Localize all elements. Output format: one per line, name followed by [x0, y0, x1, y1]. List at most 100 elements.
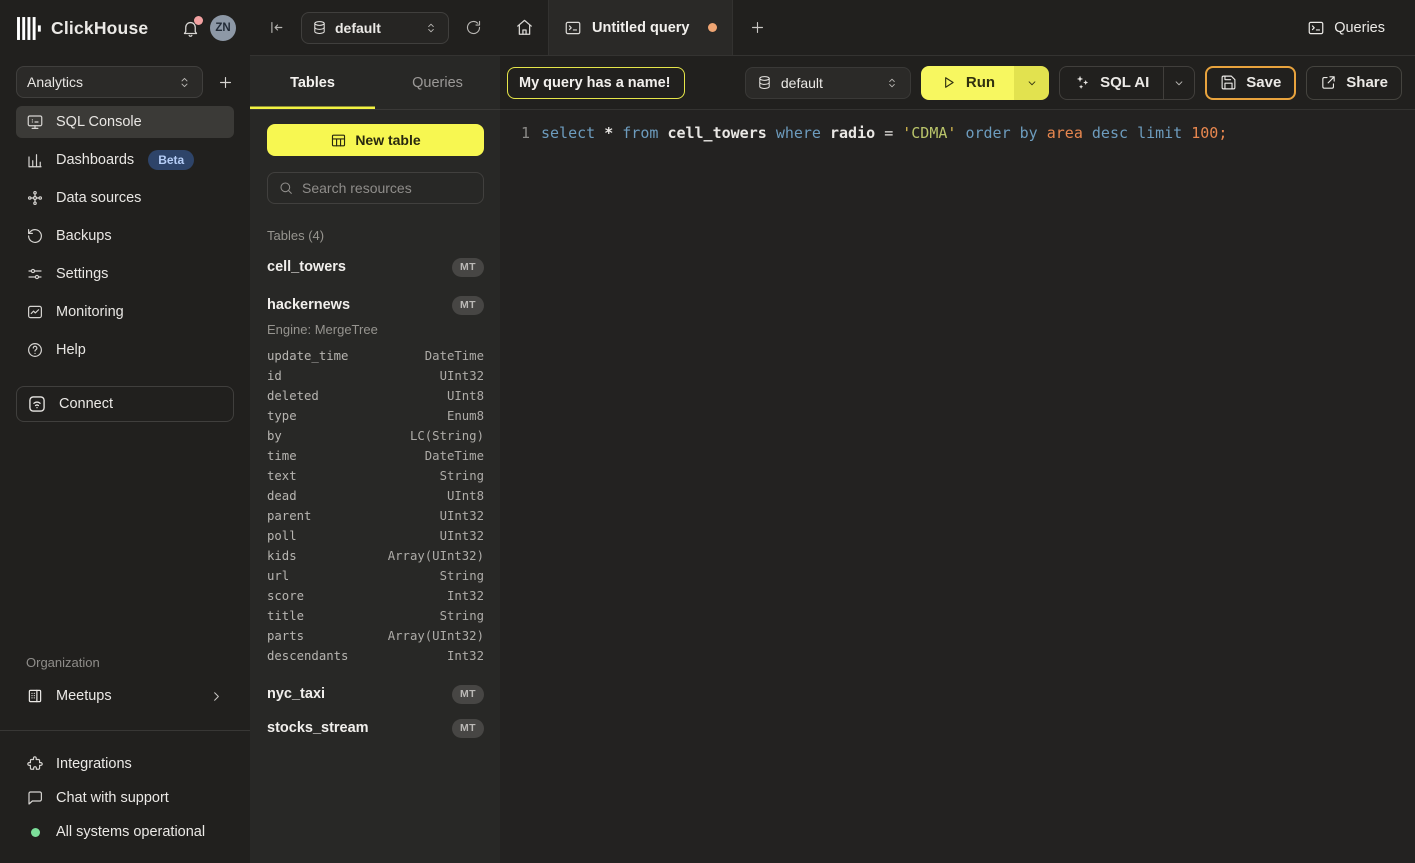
- new-table-button[interactable]: New table: [267, 124, 484, 156]
- column-list: update_timeDateTimeidUInt32deletedUInt8t…: [267, 346, 484, 666]
- status-green-dot: [31, 828, 40, 837]
- sidebar-item-label: Monitoring: [56, 304, 124, 320]
- column-type: UInt8: [447, 389, 484, 403]
- workspace-row: Analytics: [0, 66, 250, 98]
- query-tabstrip: Untitled query Queries: [500, 0, 1415, 56]
- column-row: idUInt32: [267, 366, 484, 386]
- sql-console-icon: [26, 113, 44, 131]
- notifications-button[interactable]: [181, 19, 200, 38]
- save-icon: [1220, 74, 1237, 91]
- run-options-button[interactable]: [1014, 66, 1049, 100]
- sidebar-item-integrations[interactable]: Integrations: [16, 749, 234, 779]
- connect-icon: [27, 394, 47, 414]
- sql-editor[interactable]: 1 select * from cell_towers where radio …: [500, 110, 1415, 863]
- sidebar-item-label: Help: [56, 342, 86, 358]
- sidebar-item-monitoring[interactable]: Monitoring: [16, 296, 234, 328]
- arrow-left-to-line-icon: [268, 19, 285, 36]
- table-row-nyc-taxi[interactable]: nyc_taxi MT: [267, 680, 484, 708]
- queries-button[interactable]: Queries: [1299, 13, 1393, 43]
- tab-tables[interactable]: Tables: [250, 56, 375, 109]
- table-icon: [330, 132, 347, 149]
- plus-icon: [749, 19, 766, 36]
- home-icon: [515, 18, 534, 37]
- sidebar-item-label: Settings: [56, 266, 108, 282]
- sql-ai-options-button[interactable]: [1163, 67, 1194, 99]
- sql-ai-button[interactable]: SQL AI: [1060, 67, 1163, 99]
- engine-badge: MT: [452, 719, 484, 738]
- table-row-cell-towers[interactable]: cell_towers MT: [267, 253, 484, 281]
- column-type: Int32: [447, 589, 484, 603]
- sidebar: ClickHouse ZN Analytics: [0, 0, 250, 863]
- run-button[interactable]: Run: [921, 66, 1014, 100]
- table-name: nyc_taxi: [267, 686, 325, 702]
- sidebar-item-help[interactable]: Help: [16, 334, 234, 366]
- table-row-hackernews[interactable]: hackernews MT: [267, 291, 484, 319]
- table-name: cell_towers: [267, 259, 346, 275]
- unsaved-indicator-dot: [708, 23, 717, 32]
- explorer-body: New table Tables (4) cell_towers MT hack…: [250, 110, 500, 863]
- search-resources-box: [267, 172, 484, 204]
- tables-section-label: Tables (4): [267, 228, 484, 243]
- sidebar-item-dashboards[interactable]: Dashboards Beta: [16, 144, 234, 176]
- chevron-down-icon: [1025, 76, 1039, 90]
- toolbar-database-selector[interactable]: default: [745, 67, 911, 99]
- add-workspace-button[interactable]: [217, 74, 234, 91]
- connect-label: Connect: [59, 396, 113, 412]
- help-icon: [26, 341, 44, 359]
- sql-ai-label: SQL AI: [1100, 74, 1149, 91]
- meetups-label: Meetups: [56, 688, 112, 704]
- sidebar-item-meetups[interactable]: Meetups: [16, 680, 234, 712]
- sidebar-item-label: SQL Console: [56, 114, 142, 130]
- search-icon: [278, 180, 294, 196]
- explorer-topbar: default: [250, 0, 500, 56]
- share-button[interactable]: Share: [1306, 66, 1402, 100]
- query-toolbar: default Run: [500, 56, 1415, 110]
- engine-badge: MT: [452, 258, 484, 277]
- column-name: dead: [267, 489, 297, 503]
- save-button[interactable]: Save: [1205, 66, 1296, 100]
- sidebar-item-sql-console[interactable]: SQL Console: [16, 106, 234, 138]
- query-tab-title: Untitled query: [592, 20, 689, 36]
- share-label: Share: [1346, 74, 1388, 91]
- sidebar-spacer: [0, 422, 250, 655]
- column-row: dead UInt8: [267, 486, 484, 506]
- explorer-panel: default Tables Queries New table: [250, 0, 500, 863]
- chevron-updown-icon: [177, 75, 192, 90]
- sidebar-item-settings[interactable]: Settings: [16, 258, 234, 290]
- column-type: Int32: [447, 649, 484, 663]
- organization-label: Organization: [0, 655, 250, 670]
- column-row: descendantsInt32: [267, 646, 484, 666]
- column-row: byLC(String): [267, 426, 484, 446]
- workspace-selector-value: Analytics: [27, 74, 83, 90]
- column-type: UInt8: [447, 489, 484, 503]
- terminal-icon: [564, 19, 582, 37]
- connect-button[interactable]: Connect: [16, 386, 234, 422]
- table-row-stocks-stream[interactable]: stocks_stream MT: [267, 714, 484, 742]
- refresh-button[interactable]: [465, 19, 482, 36]
- sidebar-item-backups[interactable]: Backups: [16, 220, 234, 252]
- column-row: timeDateTime: [267, 446, 484, 466]
- home-button[interactable]: [500, 0, 548, 55]
- sidebar-item-data-sources[interactable]: Data sources: [16, 182, 234, 214]
- sidebar-item-chat-support[interactable]: Chat with support: [16, 783, 234, 813]
- query-name-input[interactable]: [507, 67, 685, 99]
- column-row: typeEnum8: [267, 406, 484, 426]
- query-tab-untitled[interactable]: Untitled query: [548, 0, 733, 55]
- avatar[interactable]: ZN: [210, 15, 236, 41]
- run-label: Run: [966, 74, 995, 91]
- chevron-updown-icon: [424, 21, 438, 35]
- search-resources-input[interactable]: [302, 180, 483, 196]
- table-name: stocks_stream: [267, 720, 369, 736]
- chevron-right-icon: [209, 689, 224, 704]
- play-icon: [940, 74, 957, 91]
- new-query-tab-button[interactable]: [733, 0, 781, 55]
- beta-badge: Beta: [148, 150, 194, 170]
- collapse-panel-button[interactable]: [268, 19, 285, 36]
- column-row: urlString: [267, 566, 484, 586]
- database-selector[interactable]: default: [301, 12, 449, 44]
- workspace-selector[interactable]: Analytics: [16, 66, 203, 98]
- workspace: Untitled query Queries default: [500, 0, 1415, 863]
- queries-button-label: Queries: [1334, 20, 1385, 36]
- system-status-link[interactable]: All systems operational: [16, 817, 234, 847]
- tab-queries[interactable]: Queries: [375, 56, 500, 109]
